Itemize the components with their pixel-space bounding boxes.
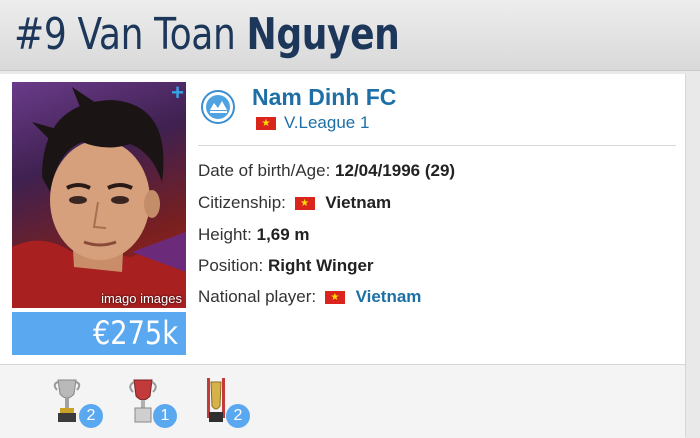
club-crest-icon[interactable] [201, 90, 235, 124]
league-name: V.League 1 [284, 113, 370, 132]
national-team-link[interactable]: Vietnam [356, 287, 422, 306]
player-photo[interactable]: + imago images [12, 82, 186, 308]
market-value[interactable]: €275k [12, 312, 186, 355]
info-label: Citizenship: [198, 193, 286, 212]
page-title: #9 Van Toan Nguyen [14, 8, 400, 62]
info-row-citizenship: Citizenship: Vietnam [198, 193, 391, 213]
trophy-icon [53, 379, 81, 422]
info-row-height: Height: 1,69 m [198, 225, 310, 245]
info-row-dob: Date of birth/Age: 12/04/1996 (29) [198, 161, 455, 181]
trophy-item[interactable]: 2 [199, 376, 255, 428]
trophy-count-badge: 2 [79, 404, 103, 428]
shirt-number: #9 [14, 9, 67, 60]
last-name: Nguyen [246, 9, 400, 60]
add-photo-icon[interactable]: + [171, 82, 184, 106]
first-name: Van Toan [77, 9, 236, 60]
info-value: Vietnam [325, 193, 392, 212]
divider [685, 74, 686, 437]
market-value-label: €275k [93, 314, 178, 352]
trophy-item[interactable]: 1 [126, 376, 182, 428]
vietnam-flag-icon [294, 197, 315, 211]
info-value: Right Winger [267, 256, 374, 275]
info-label: Position: [198, 256, 264, 275]
info-label: National player: [198, 287, 317, 306]
info-value: 12/04/1996 (29) [335, 161, 456, 180]
trophy-count-badge: 2 [226, 404, 250, 428]
info-row-national-player: National player: Vietnam [198, 287, 421, 307]
info-label: Date of birth/Age: [198, 161, 331, 180]
info-row-position: Position: Right Winger [198, 256, 374, 276]
divider [198, 145, 676, 146]
club-name-link[interactable]: Nam Dinh FC [252, 84, 396, 111]
info-value: 1,69 m [256, 225, 310, 244]
info-label: Height: [198, 225, 252, 244]
trophy-item[interactable]: 2 [52, 376, 108, 428]
photo-credit: imago images [101, 291, 182, 306]
league-link[interactable]: V.League 1 [256, 113, 369, 133]
trophy-count-badge: 1 [153, 404, 177, 428]
vietnam-flag-icon [256, 117, 276, 131]
profile-header: #9 Van Toan Nguyen [0, 0, 700, 71]
vietnam-flag-icon [324, 291, 345, 305]
